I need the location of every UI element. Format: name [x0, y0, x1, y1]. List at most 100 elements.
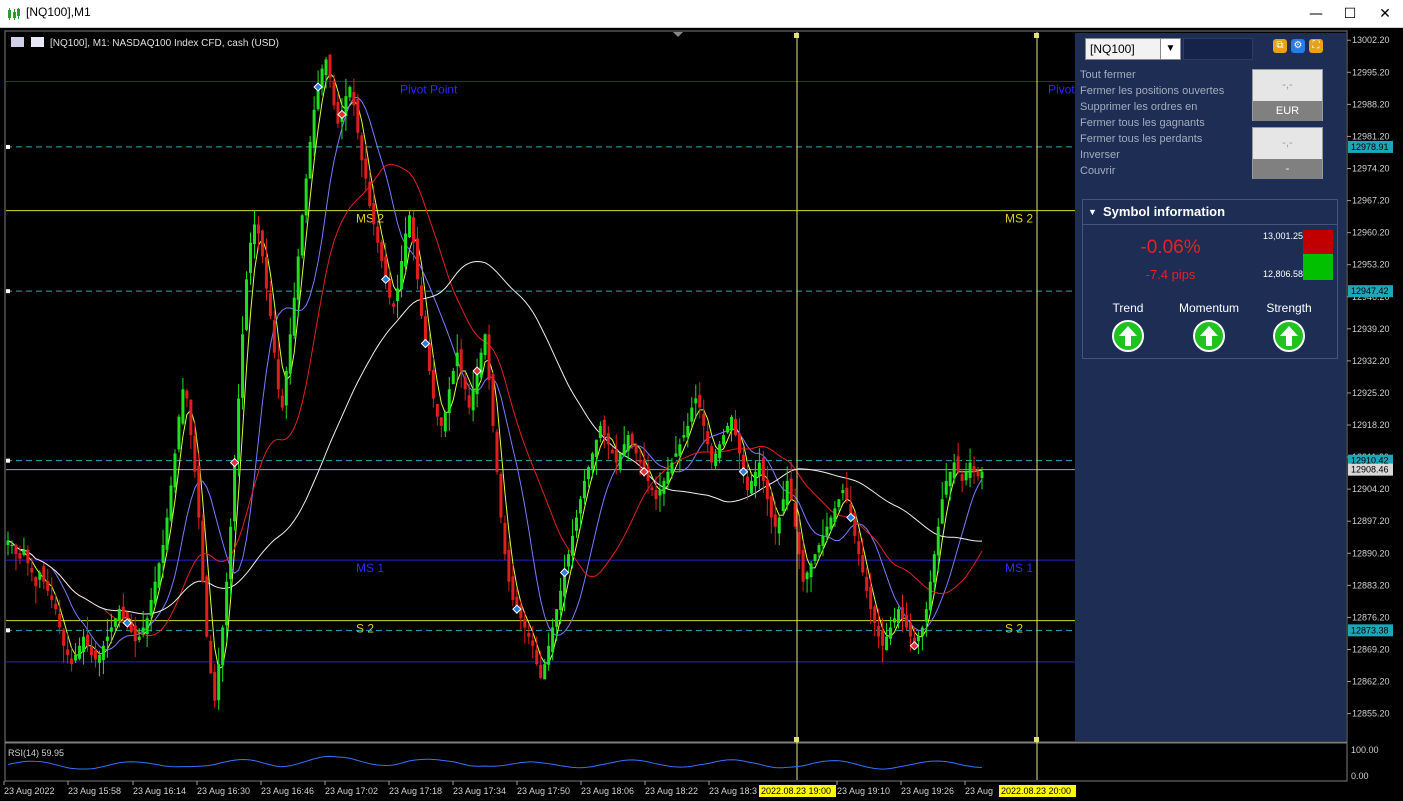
expand-icon[interactable]: ⛶: [1309, 39, 1323, 53]
candle-body: [380, 241, 384, 262]
candle-body: [252, 224, 256, 245]
candle-body: [674, 453, 678, 457]
candle-body: [980, 471, 984, 479]
candle-body: [757, 462, 761, 476]
price-tag-label: 12947.42: [1351, 286, 1389, 296]
menu-item[interactable]: Tout fermer: [1080, 69, 1136, 81]
candle-body: [928, 581, 932, 611]
candle-body: [213, 671, 217, 701]
candle-body: [165, 517, 169, 550]
candle-body: [543, 664, 547, 680]
candle-body: [70, 658, 74, 665]
lots-label: -: [1253, 159, 1322, 179]
level-handle[interactable]: [6, 289, 10, 294]
change-pips: -7.4 pips: [1145, 267, 1196, 282]
candle-body: [101, 645, 105, 661]
candle-body: [817, 545, 821, 553]
candle-body: [201, 520, 205, 582]
candle-body: [523, 619, 527, 628]
price-tick-label: 12862.20: [1352, 677, 1390, 687]
maximize-button[interactable]: ☐: [1333, 0, 1367, 28]
menu-item[interactable]: Couvrir: [1080, 165, 1115, 177]
price-tick-label: 12932.20: [1352, 356, 1390, 366]
lots-box[interactable]: -,- -: [1252, 127, 1323, 179]
strength-up-arrow-icon: [1273, 320, 1305, 352]
candle-body: [574, 517, 578, 531]
candle-body: [292, 297, 296, 336]
candle-body: [487, 334, 491, 381]
candle-body: [145, 618, 149, 635]
candle-body: [861, 555, 865, 573]
time-tick-label: 23 Aug 18:3: [709, 786, 757, 796]
candle-body: [415, 238, 419, 280]
candle-body: [42, 566, 46, 582]
candle-body: [777, 517, 781, 534]
time-tick-label: 23 Aug 19:26: [901, 786, 954, 796]
candle-body: [670, 462, 674, 474]
copy-icon[interactable]: ⧉: [1273, 39, 1287, 53]
candle-body: [785, 480, 789, 506]
candle-body: [698, 395, 702, 408]
candle-body: [567, 554, 571, 567]
price-tick-label: 12974.20: [1352, 164, 1390, 174]
chart-trade-icon: [31, 37, 44, 47]
level-handle[interactable]: [6, 458, 10, 463]
candle-body: [6, 540, 10, 546]
price-tick-label: 12883.20: [1352, 580, 1390, 590]
candle-body: [237, 398, 241, 460]
price-tag-label: 12978.91: [1351, 142, 1389, 152]
candle-body: [761, 457, 765, 481]
time-tick-label: 23 Aug 2022: [4, 786, 55, 796]
close-button[interactable]: ✕: [1368, 0, 1402, 28]
candle-body: [582, 480, 586, 499]
candle-body: [586, 467, 590, 480]
candle-body: [181, 389, 185, 424]
candle-body: [483, 334, 487, 356]
candle-body: [89, 646, 93, 655]
vline-handle[interactable]: [794, 737, 799, 742]
rsi-axis-top: 100.00: [1351, 745, 1379, 755]
minimize-button[interactable]: —: [1299, 0, 1333, 28]
symbol-select[interactable]: [NQ100] ▼: [1085, 38, 1181, 60]
menu-item[interactable]: Fermer les positions ouvertes: [1080, 85, 1224, 97]
candle-body: [662, 480, 666, 494]
price-tag-label: 12873.38: [1351, 625, 1389, 635]
candle-body: [435, 404, 439, 417]
candle-body: [276, 359, 280, 390]
price-tag-label: 12908.46: [1351, 465, 1389, 475]
candle-body: [177, 416, 181, 450]
level-handle[interactable]: [6, 144, 10, 149]
candle-body: [153, 581, 157, 604]
candle-body: [678, 444, 682, 456]
candle-body: [66, 649, 70, 655]
gear-icon[interactable]: ⚙: [1291, 39, 1305, 53]
profit-box[interactable]: -,- EUR: [1252, 69, 1323, 121]
candle-body: [936, 526, 940, 556]
candle-body: [264, 256, 268, 289]
candle-body: [256, 224, 260, 234]
symbol-info-header[interactable]: ▼ Symbol information: [1082, 199, 1338, 225]
menu-item[interactable]: Inverser: [1080, 149, 1120, 161]
candle-body: [737, 433, 741, 454]
menu-item[interactable]: Fermer tous les gagnants: [1080, 117, 1205, 129]
candle-body: [551, 627, 555, 653]
vline-handle[interactable]: [1034, 33, 1039, 38]
vline-handle[interactable]: [1034, 737, 1039, 742]
candle-body: [900, 607, 904, 619]
symbol-search-input[interactable]: [1183, 38, 1253, 60]
chevron-down-icon[interactable]: ▼: [1160, 39, 1180, 59]
candle-body: [809, 563, 813, 578]
candle-body: [869, 586, 873, 610]
lots-value: -,-: [1282, 137, 1293, 149]
candle-body: [714, 453, 718, 467]
candle-body: [491, 374, 495, 426]
candle-body: [511, 576, 515, 600]
candle-body: [718, 444, 722, 459]
menu-item[interactable]: Fermer tous les perdants: [1080, 133, 1202, 145]
vline-handle[interactable]: [794, 33, 799, 38]
candle-body: [169, 485, 173, 521]
level-handle[interactable]: [6, 628, 10, 633]
candle-body: [185, 390, 189, 399]
menu-item[interactable]: Supprimer les ordres en: [1080, 101, 1197, 113]
candle-body: [388, 278, 392, 298]
